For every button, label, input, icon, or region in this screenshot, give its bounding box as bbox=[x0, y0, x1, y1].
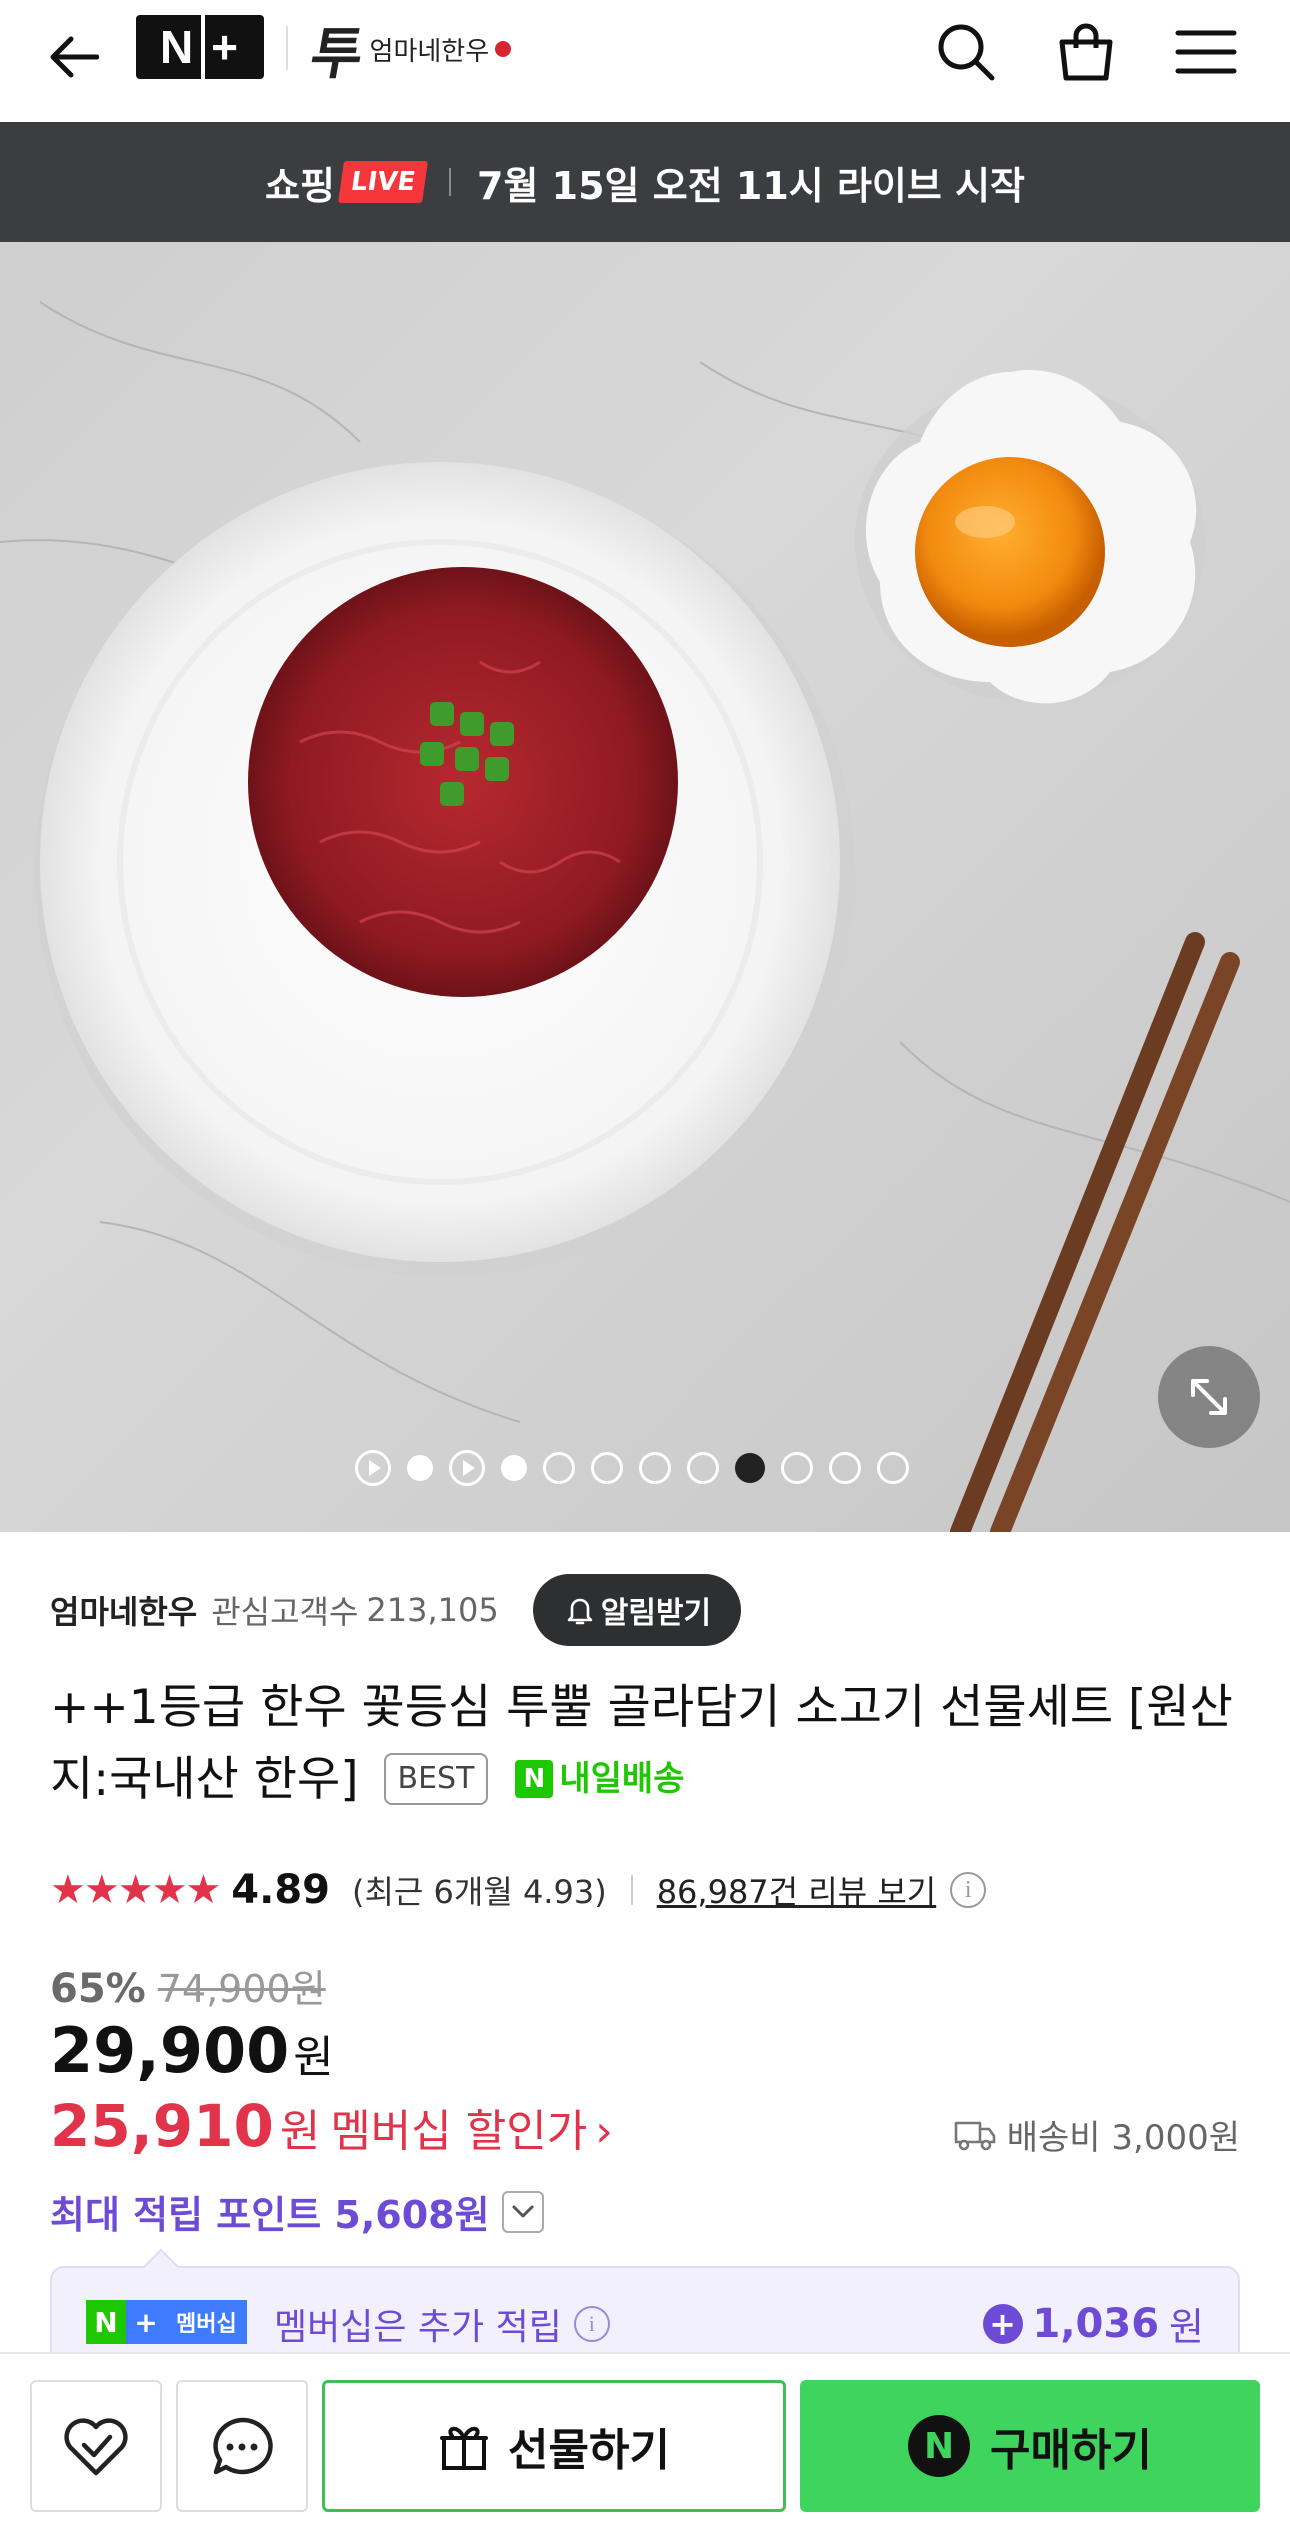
bottom-action-bar: 선물하기 N 구매하기 bbox=[0, 2352, 1290, 2536]
membership-badge-n: N bbox=[86, 2300, 126, 2344]
live-banner[interactable]: 쇼핑 LIVE 7월 15일 오전 11시 라이브 시작 bbox=[0, 122, 1290, 242]
chat-button[interactable] bbox=[176, 2380, 308, 2512]
nplus-membership-badge: N + 멤버십 bbox=[86, 2300, 247, 2344]
membership-extra-label: 멤버십은 추가 적립 bbox=[274, 2307, 562, 2348]
truck-icon bbox=[954, 2121, 996, 2150]
wishlist-button[interactable] bbox=[30, 2380, 162, 2512]
brand-seal-icon bbox=[495, 41, 512, 57]
sale-price-currency: 원 bbox=[293, 2032, 334, 2083]
membership-amount-unit: 원 bbox=[1169, 2305, 1204, 2349]
live-banner-message: 7월 15일 오전 11시 라이브 시작 bbox=[477, 163, 1025, 208]
next-day-delivery-label: 내일배송 bbox=[559, 1758, 685, 1799]
shipping-fee[interactable]: 배송비 3,000원 bbox=[953, 2110, 1240, 2159]
carousel-dot[interactable] bbox=[591, 1452, 623, 1484]
followers-count: 213,105 bbox=[366, 1591, 499, 1629]
membership-badge-text: 멤버십 bbox=[166, 2300, 247, 2344]
cart-button[interactable] bbox=[1048, 14, 1124, 90]
reviews-link[interactable]: 86,987건 리뷰 보기 bbox=[657, 1867, 937, 1913]
carousel-dot[interactable] bbox=[829, 1452, 861, 1484]
carousel-dots bbox=[355, 1450, 909, 1486]
buy-button-label: 구매하기 bbox=[990, 2425, 1152, 2476]
arrow-left-icon bbox=[50, 36, 99, 78]
alert-subscribe-button[interactable]: 알림받기 bbox=[532, 1574, 742, 1646]
brand-logo[interactable]: 투 엄마네한우 bbox=[305, 14, 512, 87]
carousel-dot[interactable] bbox=[781, 1452, 813, 1484]
membership-amount-value: 1,036 bbox=[1032, 2300, 1160, 2347]
original-price: 74,900원 bbox=[157, 1967, 326, 2011]
sale-price: 29,900 bbox=[50, 2014, 290, 2087]
membership-extra-amount: + 1,036 원 bbox=[982, 2296, 1204, 2351]
nplus-logo-n: N bbox=[159, 21, 196, 73]
truck-n-icon: N bbox=[515, 1759, 554, 1798]
nplus-logo[interactable]: N + bbox=[136, 15, 264, 79]
member-price-label: 멤버십 할인가 bbox=[330, 2106, 588, 2157]
naver-pay-n-icon: N bbox=[908, 2415, 971, 2477]
carousel-video-dot[interactable] bbox=[449, 1450, 485, 1486]
followers-label: 관심고객수 bbox=[211, 1593, 359, 1631]
carousel-dot-active[interactable] bbox=[735, 1453, 765, 1483]
hamburger-menu-icon bbox=[1175, 30, 1237, 74]
back-button[interactable] bbox=[38, 22, 108, 92]
shopping-bag-icon bbox=[1059, 23, 1113, 81]
header-divider bbox=[286, 26, 288, 70]
discount-row: 65% 74,900원 bbox=[50, 1958, 326, 2013]
brand-logo-text: 엄마네한우 bbox=[369, 36, 490, 67]
expand-icon bbox=[1191, 1379, 1227, 1415]
next-day-delivery-badge: N 내일배송 bbox=[515, 1743, 685, 1815]
buy-button[interactable]: N 구매하기 bbox=[800, 2380, 1260, 2512]
alert-subscribe-label: 알림받기 bbox=[600, 1596, 712, 1631]
points-row[interactable]: 최대 적립 포인트 5,608원 bbox=[50, 2184, 544, 2239]
points-expand-button[interactable] bbox=[501, 2190, 544, 2233]
shipping-fee-label: 배송비 3,000원 bbox=[1006, 2118, 1240, 2158]
product-title-block: ++1등급 한우 꽃등심 투뿔 골라담기 소고기 선물세트 [원산지:국내산 한… bbox=[50, 1672, 1250, 1819]
info-icon[interactable]: i bbox=[950, 1872, 987, 1908]
plus-circle-icon: + bbox=[982, 2303, 1023, 2344]
discount-percent: 65% bbox=[50, 1966, 146, 2012]
top-header: N + 투 엄마네한우 bbox=[0, 0, 1290, 122]
bell-plus-icon bbox=[567, 1598, 593, 1625]
price-row: 29,900 원 bbox=[50, 2014, 334, 2087]
best-badge: BEST bbox=[383, 1752, 489, 1805]
carousel-dot[interactable] bbox=[639, 1452, 671, 1484]
rating-separator bbox=[630, 1875, 633, 1905]
chat-bubble-icon bbox=[213, 2417, 273, 2475]
rating-value: 4.89 bbox=[231, 1867, 330, 1913]
member-price-row[interactable]: 25,910 원 멤버십 할인가 › 배송비 3,000원 bbox=[50, 2092, 1240, 2160]
carousel-dot[interactable] bbox=[501, 1455, 527, 1481]
membership-extra-text: 멤버십은 추가 적립 i bbox=[274, 2298, 610, 2350]
info-icon[interactable]: i bbox=[573, 2306, 610, 2342]
seller-name[interactable]: 엄마네한우 bbox=[50, 1587, 197, 1633]
gift-icon bbox=[440, 2426, 489, 2470]
carousel-dot[interactable] bbox=[543, 1452, 575, 1484]
star-rating-icon: ★★★★★ bbox=[50, 1867, 221, 1913]
search-button[interactable] bbox=[928, 14, 1004, 90]
gift-button-label: 선물하기 bbox=[508, 2425, 670, 2476]
chevron-right-icon: › bbox=[595, 2106, 613, 2157]
member-price: 25,910 bbox=[50, 2092, 274, 2160]
search-icon bbox=[938, 24, 995, 81]
menu-button[interactable] bbox=[1168, 14, 1244, 90]
carousel-dot[interactable] bbox=[877, 1452, 909, 1484]
expand-image-button[interactable] bbox=[1158, 1346, 1260, 1448]
max-points-label: 최대 적립 포인트 5,608원 bbox=[50, 2193, 490, 2237]
membership-badge-plus: + bbox=[126, 2300, 166, 2344]
product-image[interactable] bbox=[0, 242, 1290, 1532]
carousel-dot[interactable] bbox=[407, 1455, 433, 1481]
heart-check-icon bbox=[64, 2418, 128, 2476]
live-badge: LIVE bbox=[337, 161, 428, 203]
rating-recent: (최근 6개월 4.93) bbox=[352, 1873, 607, 1911]
gift-button[interactable]: 선물하기 bbox=[322, 2380, 786, 2512]
member-price-currency: 원 bbox=[279, 2106, 321, 2157]
carousel-video-dot[interactable] bbox=[355, 1450, 391, 1486]
carousel-dot[interactable] bbox=[687, 1452, 719, 1484]
nplus-logo-plus: + bbox=[211, 21, 241, 73]
live-banner-separator bbox=[449, 168, 452, 196]
rating-row: ★★★★★ 4.89 (최근 6개월 4.93) 86,987건 리뷰 보기 i bbox=[50, 1862, 987, 1918]
product-photo bbox=[0, 301, 1290, 1532]
brand-logo-initial: 투 bbox=[305, 20, 369, 87]
chevron-down-icon bbox=[512, 2205, 534, 2217]
seller-row: 엄마네한우 관심고객수 213,105 알림받기 bbox=[50, 1570, 742, 1650]
live-banner-prefix: 쇼핑 bbox=[265, 163, 335, 208]
